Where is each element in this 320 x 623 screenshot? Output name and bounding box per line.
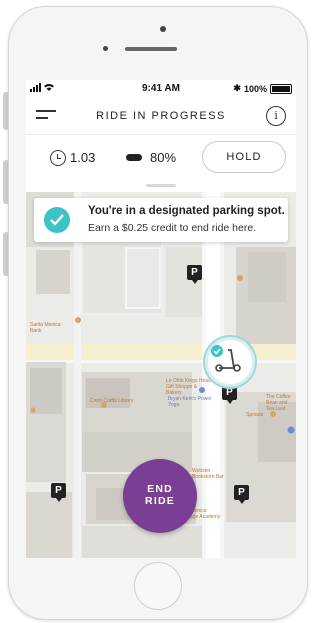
parking-marker[interactable]: P [222,385,237,404]
end-ride-label-line2: RIDE [145,495,175,507]
scooter-battery-level: 80% [150,150,177,165]
sheet-handle[interactable] [146,184,176,187]
bluetooth-icon: ✱ [233,83,241,93]
battery-percent: 100% [243,83,267,94]
front-camera [160,26,166,32]
map-label: Le Oldo Kings Head Gift Shoppe & Bakery [166,378,211,396]
parking-notice-card[interactable]: You're in a designated parking spot. Ear… [34,198,288,242]
info-icon[interactable]: i [266,106,286,126]
map-label: The Coffee Bean and Tea Leaf [266,394,291,412]
map-label: Sprouts [246,412,264,418]
map-label: Santa Monica Bank [30,322,61,334]
map-label: Crest Crafts Library [90,398,134,404]
parking-marker[interactable]: P [51,483,66,502]
nav-bar: RIDE IN PROGRESS i [26,98,296,134]
parking-marker[interactable]: P [187,265,202,284]
scooter-icon [211,345,241,372]
proximity-sensor [103,46,108,51]
scooter-location-pin[interactable] [205,337,255,387]
status-right: ✱ 100% [233,83,292,94]
battery-icon [270,83,292,94]
earpiece-speaker [125,47,177,51]
clock-icon [50,150,66,166]
notice-subtitle: Earn a $0.25 credit to end ride here. [88,222,257,234]
home-button[interactable] [134,562,182,610]
map-label: Bryan Kent's Power Yoga [168,396,212,408]
parking-marker[interactable]: P [234,485,249,504]
scooter-battery-icon [126,154,142,161]
notice-title: You're in a designated parking spot. [88,205,285,217]
status-bar: 9:41 AM ✱ 100% [26,80,296,98]
ride-stats: 1.03 80% HOLD [26,135,296,181]
end-ride-label-line1: END [147,483,173,495]
ride-time: 1.03 [70,150,96,165]
hold-button[interactable]: HOLD [202,141,286,173]
check-icon [44,207,70,233]
page-title: RIDE IN PROGRESS [96,110,226,122]
end-ride-button[interactable]: END RIDE [123,459,197,533]
map-label: Webster Bookstore Bar [192,468,224,480]
